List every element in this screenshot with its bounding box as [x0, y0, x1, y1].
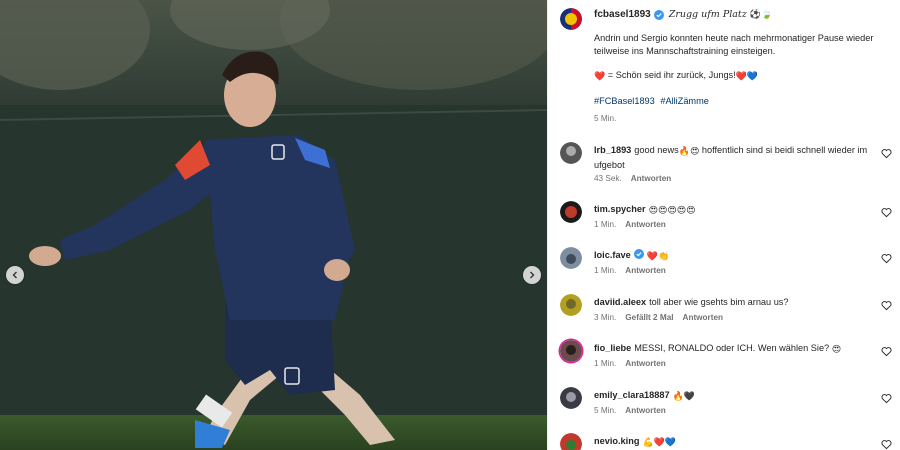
comment-text: loic.fave ❤️👏 [594, 249, 874, 264]
heart-outline-icon [881, 440, 892, 450]
avatar[interactable] [560, 387, 582, 409]
reply-button[interactable]: Antworten [625, 406, 665, 415]
chevron-left-icon [12, 271, 17, 279]
instagram-post-view: fcbasel1893 Zrugg ufm Platz ⚽🍃 Andrin un… [0, 0, 900, 450]
avatar[interactable] [560, 294, 582, 316]
username-link[interactable]: fcbasel1893 [594, 9, 651, 20]
reply-button[interactable]: Antworten [683, 313, 723, 322]
comment-emoji: 💪❤️💙 [642, 438, 677, 448]
caption-header: fcbasel1893 Zrugg ufm Platz ⚽🍃 [594, 9, 772, 20]
comment-time: 1 Min. [594, 359, 617, 368]
verified-badge-icon [633, 249, 644, 259]
comment-time: 43 Sek. [594, 174, 622, 183]
username-link[interactable]: nevio.king [594, 436, 639, 446]
hashtag-link[interactable]: #AlliZämme [660, 96, 709, 106]
avatar[interactable] [560, 247, 582, 269]
like-comment-button[interactable] [881, 207, 892, 218]
post-caption: fcbasel1893 Zrugg ufm Platz ⚽🍃 Andrin un… [548, 0, 900, 131]
comments-panel[interactable]: fcbasel1893 Zrugg ufm Platz ⚽🍃 Andrin un… [547, 0, 900, 450]
post-photo[interactable] [0, 0, 547, 450]
comment-emoji: 🔥😍 [678, 147, 700, 157]
heart-outline-icon [881, 301, 892, 311]
comment-text: tim.spycher 😍😍😍😍😍 [594, 203, 874, 218]
comment-emoji: 😍 [831, 345, 842, 355]
comment-meta: 3 Min. Gefällt 2 Mal Antworten [594, 313, 732, 322]
comment-text: lrb_1893 good news🔥😍 hoffentlich sind si … [594, 144, 874, 172]
avatar[interactable] [560, 8, 582, 30]
comment-meta: 1 Min. Antworten [594, 266, 675, 275]
avatar[interactable] [560, 340, 582, 362]
reply-button[interactable]: Antworten [625, 266, 665, 275]
hashtag-link[interactable]: #FCBasel1893 [594, 96, 655, 106]
like-comment-button[interactable] [881, 439, 892, 450]
reply-button[interactable]: Antworten [631, 174, 671, 183]
username-link[interactable]: fio_liebe [594, 343, 631, 353]
verified-badge-icon [653, 9, 664, 20]
title-emoji: ⚽🍃 [749, 9, 773, 20]
comment-text: nevio.king 💪❤️💙 [594, 435, 874, 450]
likes-count[interactable]: Gefällt 2 Mal [625, 313, 673, 322]
username-link[interactable]: emily_clara18887 [594, 390, 670, 400]
username-link[interactable]: daviid.aleex [594, 297, 646, 307]
comment-time: 1 Min. [594, 266, 617, 275]
chevron-right-icon [530, 271, 535, 279]
previous-image-button[interactable] [6, 266, 24, 284]
avatar[interactable] [560, 201, 582, 223]
comment-time: 3 Min. [594, 313, 617, 322]
comment-emoji: 😍😍😍😍😍 [648, 206, 696, 216]
like-comment-button[interactable] [881, 393, 892, 404]
comment-body: good news [634, 145, 679, 155]
comment-body: MESSI, RONALDO oder ICH. Wen wählen Sie? [634, 343, 830, 353]
comment-text: emily_clara18887 🔥🖤 [594, 389, 874, 404]
comment-body: toll aber wie gsehts bim arnau us? [649, 297, 789, 307]
reply-button[interactable]: Antworten [625, 359, 665, 368]
comment-meta: 1 Min. Antworten [594, 220, 675, 229]
comment-meta: 5 Min. Antworten [594, 406, 675, 415]
heart-outline-icon [881, 208, 892, 218]
comment-time: 5 Min. [594, 406, 617, 415]
training-photo [0, 0, 547, 450]
caption-text: Andrin und Sergio konnten heute nach meh… [594, 32, 890, 119]
comment-meta: 43 Sek. Antworten [594, 174, 680, 183]
hashtags: #FCBasel1893 #AlliZämme [594, 95, 890, 108]
like-comment-button[interactable] [881, 148, 892, 159]
heart-outline-icon [881, 149, 892, 159]
comment-text: daviid.aleex toll aber wie gsehts bim arn… [594, 296, 874, 309]
heart-outline-icon [881, 254, 892, 264]
next-image-button[interactable] [523, 266, 541, 284]
caption-title: Zrugg ufm Platz [668, 9, 747, 20]
avatar[interactable] [560, 433, 582, 450]
like-comment-button[interactable] [881, 346, 892, 357]
hearts-emoji: ❤️💙 [735, 72, 759, 82]
avatar[interactable] [560, 142, 582, 164]
username-link[interactable]: loic.fave [594, 250, 631, 260]
like-comment-button[interactable] [881, 300, 892, 311]
caption-line-2: ❤️ = Schön seid ihr zurück, Jungs!❤️💙 [594, 69, 890, 84]
reply-button[interactable]: Antworten [625, 220, 665, 229]
heart-outline-icon [881, 347, 892, 357]
post-time: 5 Min. [594, 114, 617, 123]
caption-line-2-text: = Schön seid ihr zurück, Jungs! [605, 70, 736, 80]
username-link[interactable]: lrb_1893 [594, 145, 631, 155]
heart-emoji: ❤️ [594, 72, 606, 82]
like-comment-button[interactable] [881, 253, 892, 264]
comment-meta: 1 Min. Antworten [594, 359, 675, 368]
comment-time: 1 Min. [594, 220, 617, 229]
comment-emoji: 🔥🖤 [672, 392, 696, 402]
comment-text: fio_liebe MESSI, RONALDO oder ICH. Wen wä… [594, 342, 874, 357]
heart-outline-icon [881, 394, 892, 404]
comment-emoji: ❤️👏 [646, 252, 670, 262]
username-link[interactable]: tim.spycher [594, 204, 646, 214]
caption-line: Andrin und Sergio konnten heute nach meh… [594, 33, 874, 56]
